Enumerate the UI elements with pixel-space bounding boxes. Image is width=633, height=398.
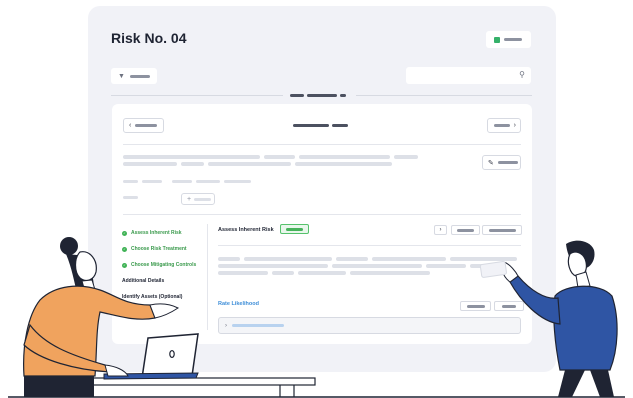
search-input[interactable]: ⚲ <box>406 67 531 84</box>
section-divider-label <box>290 94 346 97</box>
status-badge <box>280 224 309 234</box>
rating-option-2[interactable] <box>494 301 524 311</box>
panel-divider <box>123 144 521 145</box>
description-line-2 <box>123 162 392 166</box>
content-line-3 <box>218 271 430 275</box>
chevron-right-icon: › <box>513 122 516 129</box>
chevron-left-icon: ‹ <box>129 122 132 129</box>
rate-likelihood-label: Rate Likelihood <box>218 301 259 307</box>
next-risk-button[interactable]: › <box>487 118 521 133</box>
check-icon: ✓ <box>122 246 127 252</box>
steps-divider <box>207 224 208 330</box>
filter-button[interactable]: ▼ <box>111 68 157 84</box>
section-title: Assess Inherent Risk <box>218 227 274 233</box>
app-window: Risk No. 04 ▼ ⚲ ‹ › ✎ + ✓ Assess Inheren… <box>88 6 556 372</box>
panel-heading <box>293 124 348 127</box>
next-step-button[interactable]: › <box>434 225 447 235</box>
step-item-controls[interactable]: ✓ Choose Mitigating Controls <box>122 257 207 273</box>
desk-top <box>56 377 316 386</box>
action-button-1[interactable] <box>451 225 480 235</box>
filter-button-label <box>129 74 150 78</box>
pencil-icon: ✎ <box>488 159 494 167</box>
check-icon: ✓ <box>122 230 127 236</box>
status-button[interactable] <box>486 31 531 48</box>
action-button-2[interactable] <box>482 225 522 235</box>
edit-button[interactable]: ✎ <box>482 155 521 170</box>
plus-icon: + <box>187 195 192 203</box>
check-icon: ✓ <box>122 262 127 268</box>
status-dot-icon <box>494 36 500 43</box>
panel-divider-2 <box>123 214 521 215</box>
step-item-assess[interactable]: ✓ Assess Inherent Risk <box>122 225 207 241</box>
divider-left <box>111 95 283 96</box>
rating-option-1[interactable] <box>460 301 491 311</box>
prev-risk-button[interactable]: ‹ <box>123 118 164 133</box>
laptop-base <box>103 372 199 380</box>
description-line-1 <box>123 155 418 159</box>
chevron-right-icon: › <box>225 322 227 329</box>
accordion-row[interactable]: › <box>218 317 521 334</box>
risk-detail-panel: ‹ › ✎ + ✓ Assess Inherent Risk ✓ Choose … <box>112 104 532 344</box>
status-button-label <box>504 38 522 41</box>
page-title: Risk No. 04 <box>111 30 187 46</box>
content-line-1 <box>218 257 517 261</box>
divider-right <box>356 95 532 96</box>
search-icon: ⚲ <box>519 70 525 79</box>
filter-icon: ▼ <box>118 72 125 80</box>
step-list: ✓ Assess Inherent Risk ✓ Choose Risk Tre… <box>122 225 207 305</box>
step-item-details[interactable]: Additional Details <box>122 273 207 289</box>
section-divider <box>218 245 521 246</box>
meta-label <box>123 196 138 199</box>
content-line-2 <box>218 264 508 268</box>
meta-line <box>123 180 251 183</box>
chevron-right-icon: › <box>439 227 442 233</box>
step-item-treatment[interactable]: ✓ Choose Risk Treatment <box>122 241 207 257</box>
step-item-assets[interactable]: Identify Assets (Optional) <box>122 289 207 305</box>
add-button[interactable]: + <box>181 193 215 205</box>
